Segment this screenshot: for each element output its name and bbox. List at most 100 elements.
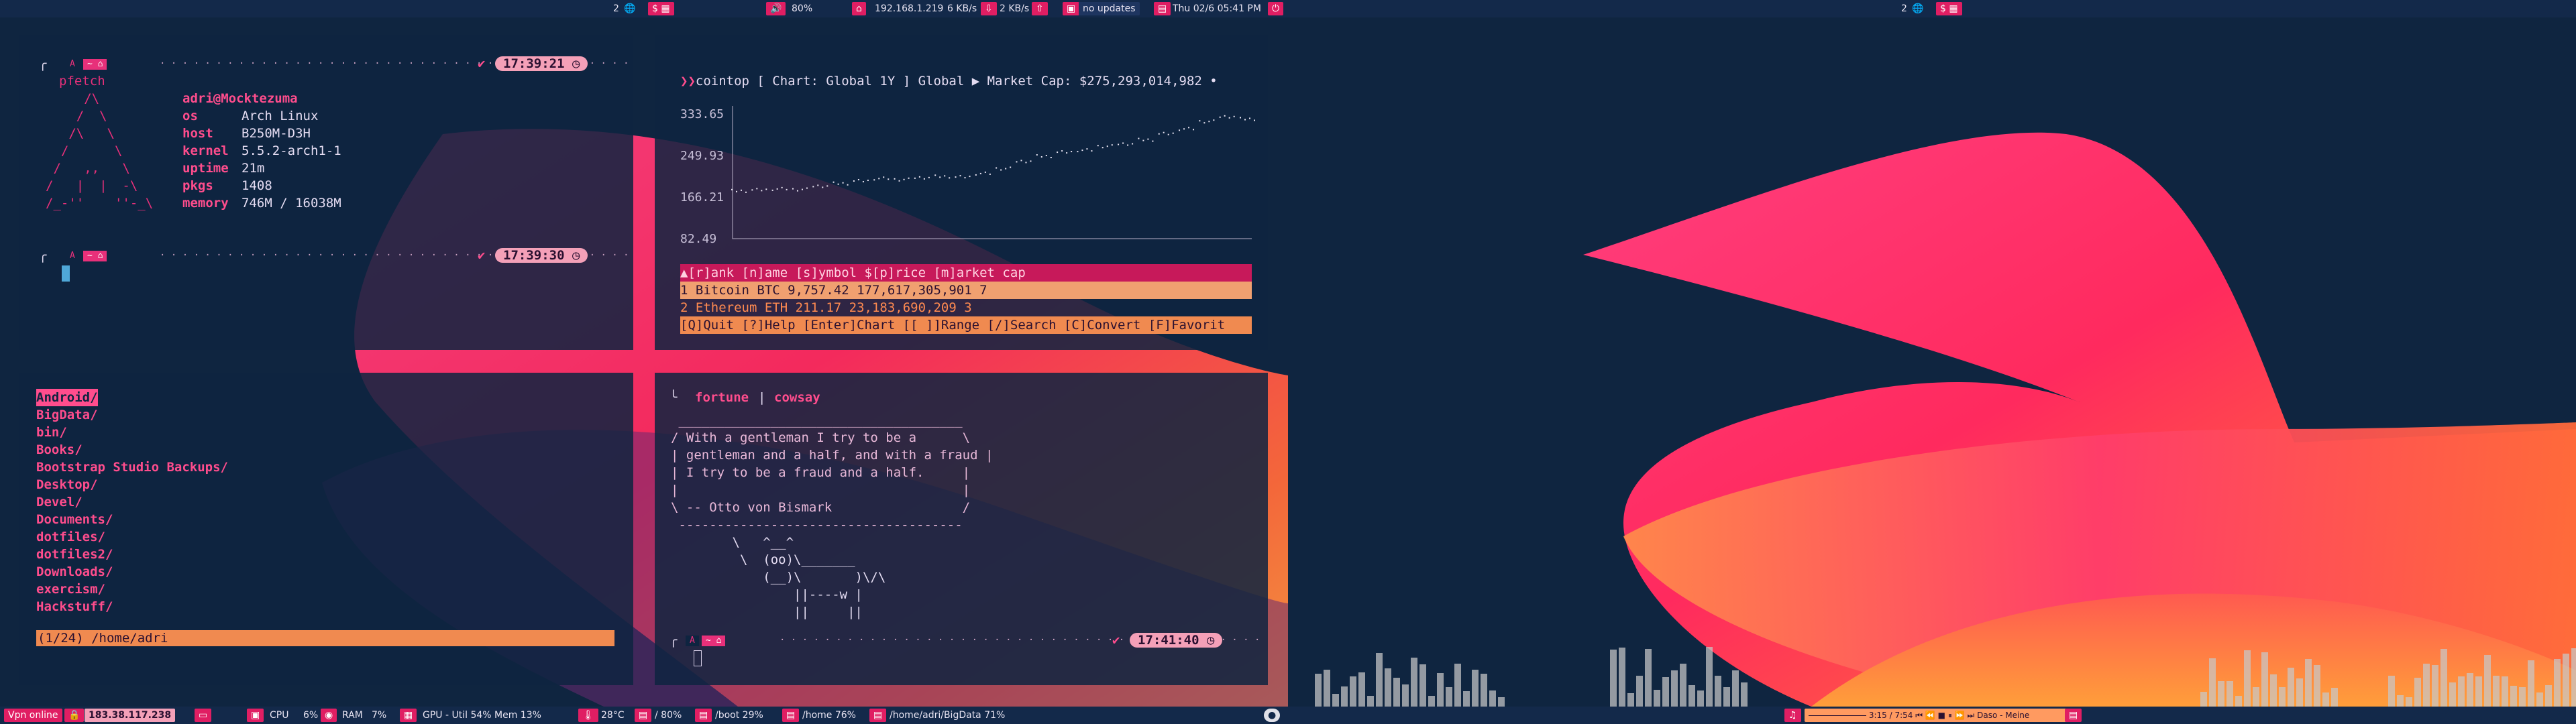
info-key: os [182,109,198,123]
chart-point [914,177,916,179]
visualizer-bar [2200,692,2207,707]
file-item[interactable]: Downloads/ [36,563,228,581]
chart-point [898,180,900,182]
visualizer-bar [2296,678,2303,707]
logo-line: / \ [46,109,107,123]
updates-status[interactable]: no updates [1079,2,1140,15]
chart-point [1036,154,1038,156]
cpu-icon: ▣ [247,709,264,722]
visualizer-bar [1680,664,1686,707]
terminal-fortune[interactable]: ╰ fortune | cowsay _____________________… [655,373,1268,685]
stop-icon[interactable]: ■ [1938,711,1945,720]
chart-point [1163,131,1165,133]
chart-point [1005,168,1007,170]
playlist-icon[interactable]: ▤ [2065,709,2082,722]
help-footer[interactable]: [Q]Quit [?]Help [Enter]Chart [[ ]]Range … [680,316,1225,334]
user-icon[interactable]: ● [1264,709,1281,722]
chart-point [751,189,753,191]
chart-point [883,176,885,178]
globe-icon[interactable]: 🌐 [620,2,639,15]
cursor [694,650,702,666]
file-item[interactable]: Hackstuff/ [36,598,228,615]
chart-point [796,190,798,192]
visualizer-bar [1385,668,1391,707]
file-item[interactable]: Devel/ [36,493,228,511]
chart-point [806,187,808,189]
chart-point [801,188,803,190]
workspace-tag-right[interactable]: $ ▦ [1936,2,1962,15]
grid-icon: ▦ [661,3,670,14]
progress-track[interactable] [1809,715,1866,716]
chart-point [792,188,794,190]
globe-icon-right[interactable]: 🌐 [1908,2,1927,15]
workspace-tag[interactable]: $ ▦ [648,2,674,15]
prompt-corner: ╰ [669,390,678,405]
table-header[interactable]: ▲[r]ank [n]ame [s]ymbol $[p]rice [m]arke… [680,264,1026,282]
terminal-pfetch[interactable]: ╭ A ~ ⌂ · · · · · · · · · · · · · · · · … [19,35,633,350]
file-item[interactable]: Books/ [36,441,228,459]
prev-icon[interactable]: ⏮ [1915,711,1923,720]
command-text: pfetch [59,74,105,88]
visualizer-bar [1489,690,1496,707]
host-title: adri@Mocktezuma [182,91,298,106]
chart-point [1097,145,1099,147]
chart-point [822,186,824,188]
disk-boot: /boot 29% [715,710,763,721]
cointop-logo: ❯❯ [680,74,696,88]
media-player[interactable]: 3:15 / 7:54 ⏮ ⏪ ■ ⏸ ⏩ ⏭ Daso - Meine [1805,709,2068,722]
next-icon[interactable]: ⏭ [1967,711,1974,720]
visualizer-bar [1715,676,1721,707]
speech-bubble-line: | gentleman and a half, and with a fraud… [671,448,994,463]
chart-point [1086,148,1088,150]
prompt-dir: ~ ⌂ [83,59,107,70]
chart-point [975,174,977,176]
chart-point [1020,160,1022,162]
chart-point [1081,149,1083,152]
volume-level: 80% [792,3,813,14]
file-item[interactable]: dotfiles/ [36,528,228,546]
logo-line: / | | -\ [46,178,138,193]
chart-point [1071,151,1073,153]
vpn-status[interactable]: Vpn online [4,709,62,722]
file-item[interactable]: bin/ [36,424,228,441]
visualizer-bar [1619,648,1625,707]
file-item[interactable]: dotfiles2/ [36,546,228,563]
disk-bigdata: /home/adri/BigData 71% [890,710,1006,721]
table-row[interactable]: 2 Ethereum ETH 211.17 23,183,690,209 3 [680,299,972,316]
cowsay-output: _____________________________________ / W… [671,412,993,621]
file-item[interactable]: Desktop/ [36,476,228,493]
pause-icon[interactable]: ⏸ [1948,711,1952,720]
temperature: 28°C [601,710,625,721]
music-icon[interactable]: ♫ [1784,709,1801,722]
visualizer-bar [2519,687,2526,707]
power-icon[interactable]: ⏻ [1268,2,1284,15]
file-item[interactable]: BigData/ [36,406,228,424]
upload-icon: ⇧ [1032,2,1048,15]
cow-line: (__)\ )\/\ [671,570,886,585]
file-item[interactable]: exercism/ [36,581,228,598]
chart-point [1000,169,1002,171]
visualizer-bar [2253,687,2259,707]
volume-icon[interactable]: 🔊 [766,2,786,15]
rewind-icon[interactable]: ⏪ [1925,711,1935,720]
visualizer-bar [2467,673,2473,707]
visualizer-bar [2423,664,2430,707]
gpu-usage: GPU - Util 54% Mem 13% [423,710,541,721]
terminal-cointop[interactable]: ❯❯cointop [ Chart: Global 1Y ] Global ▶ … [655,35,1268,350]
logo-line: /\ [46,91,100,106]
terminal-ranger[interactable]: Android/BigData/bin/Books/Bootstrap Stud… [19,373,633,685]
file-item[interactable]: Bootstrap Studio Backups/ [36,459,228,476]
table-row[interactable]: 1 Bitcoin BTC 9,757.42 177,617,305,901 7 [680,282,987,299]
visualizer-bar [1350,676,1356,707]
file-item-selected[interactable]: Android/ [36,389,98,406]
disk-icon: ▤ [782,709,800,722]
chart-point [1127,144,1129,146]
forward-icon[interactable]: ⏩ [1955,711,1965,720]
file-item[interactable]: Documents/ [36,511,228,528]
chart-point [964,177,966,179]
chart-point [1179,129,1181,131]
datetime[interactable]: Thu 02/6 05:41 PM [1169,2,1265,15]
chart-point [903,178,905,180]
visualizer-bar [2305,659,2312,707]
chart-point [1158,133,1160,135]
